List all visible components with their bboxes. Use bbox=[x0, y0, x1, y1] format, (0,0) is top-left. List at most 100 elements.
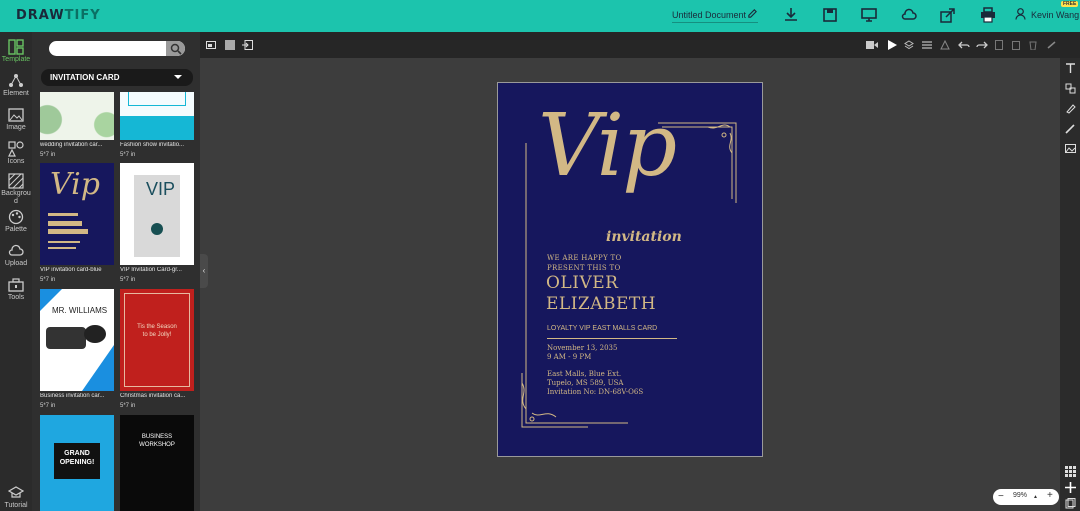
redo-icon[interactable] bbox=[976, 40, 988, 50]
recipient-first-name[interactable]: OLIVER bbox=[546, 273, 618, 293]
delete-icon[interactable] bbox=[1029, 40, 1037, 50]
user-icon[interactable] bbox=[1015, 8, 1026, 20]
template-card[interactable]: MR. WILLIAMS Business invitation car... … bbox=[40, 289, 114, 409]
shapes-icon bbox=[8, 141, 24, 157]
template-icon bbox=[8, 39, 24, 55]
image-tool-icon[interactable] bbox=[1065, 143, 1076, 154]
rail-label: Backgrou d bbox=[1, 190, 31, 205]
copy-icon[interactable] bbox=[995, 40, 1003, 50]
group-icon[interactable] bbox=[940, 40, 950, 50]
save-icon[interactable] bbox=[821, 6, 839, 24]
add-page-icon[interactable] bbox=[1065, 482, 1076, 493]
template-name: Fashion show invitatio... bbox=[120, 142, 185, 148]
rail-label: Tools bbox=[7, 294, 25, 301]
template-size: 5*7 in bbox=[40, 152, 56, 158]
document-title-text[interactable]: Untitled Document bbox=[672, 10, 746, 20]
design-canvas[interactable]: Vip invitation WE ARE HAPPY TO PRESENT T… bbox=[497, 82, 763, 457]
download-icon[interactable] bbox=[782, 6, 800, 24]
graduation-cap-icon bbox=[8, 486, 24, 498]
video-icon[interactable] bbox=[866, 40, 878, 50]
link-icon[interactable] bbox=[1046, 40, 1057, 50]
search-button[interactable] bbox=[166, 41, 185, 56]
loyalty-text[interactable]: LOYALTY VIP EAST MALLS CARD bbox=[547, 325, 657, 332]
background-icon bbox=[8, 173, 24, 189]
event-location-line-2[interactable]: Tupelo, MS 589, USA bbox=[547, 379, 623, 387]
template-thumbnail[interactable] bbox=[120, 92, 194, 140]
rail-item-palette[interactable]: Palette bbox=[0, 206, 32, 240]
template-thumbnail[interactable]: Tis the Season to be Jolly! bbox=[120, 289, 194, 391]
zoom-out-button[interactable]: − bbox=[998, 491, 1004, 502]
vip-heading[interactable]: Vip bbox=[538, 103, 677, 189]
category-dropdown[interactable]: INVITATION CARD bbox=[41, 69, 193, 86]
shape-tool-icon[interactable] bbox=[1065, 83, 1076, 94]
paint-tool-icon[interactable] bbox=[1065, 103, 1076, 114]
template-card[interactable]: VIP VIP Invitation Card-gr... 5*7 in bbox=[120, 163, 194, 283]
rail-item-icons[interactable]: Icons bbox=[0, 138, 32, 172]
brush-tool-icon[interactable] bbox=[1065, 123, 1076, 134]
user-name[interactable]: Kevin Wang bbox=[1031, 10, 1079, 20]
collapse-panel-handle[interactable]: ‹ bbox=[200, 254, 208, 288]
rail-item-tools[interactable]: Tools bbox=[0, 274, 32, 308]
template-thumbnail[interactable]: GRAND OPENING! bbox=[40, 415, 114, 511]
left-rail: Template Element Image Icons Backgrou d … bbox=[0, 32, 32, 511]
invitation-script[interactable]: invitation bbox=[606, 229, 682, 245]
template-thumbnail[interactable]: MR. WILLIAMS bbox=[40, 289, 114, 391]
document-title[interactable]: Untitled Document bbox=[672, 8, 758, 23]
layers-icon[interactable] bbox=[904, 40, 914, 50]
thumb-vip-text: VIP bbox=[146, 179, 176, 199]
present-monitor-icon[interactable] bbox=[860, 6, 878, 24]
rail-item-element[interactable]: Element bbox=[0, 70, 32, 104]
play-icon[interactable] bbox=[887, 40, 897, 50]
intro-line-1[interactable]: WE ARE HAPPY TO bbox=[547, 254, 622, 262]
text-tool-icon[interactable] bbox=[1065, 63, 1076, 74]
rail-label: Tutorial bbox=[4, 502, 28, 509]
template-thumbnail[interactable]: Vip bbox=[40, 163, 114, 265]
template-name: Christmas invitation ca... bbox=[120, 393, 186, 399]
zoom-dropdown-icon[interactable]: ▲ bbox=[1033, 494, 1038, 500]
palette-icon bbox=[8, 209, 24, 225]
template-thumbnail[interactable]: VIP bbox=[120, 163, 194, 265]
cloud-icon[interactable] bbox=[900, 6, 918, 24]
event-date[interactable]: November 13, 2035 bbox=[547, 344, 617, 352]
zoom-in-button[interactable]: + bbox=[1047, 490, 1053, 501]
import-icon[interactable] bbox=[242, 40, 253, 50]
invitation-number[interactable]: Invitation No: DN-68V-O6S bbox=[547, 388, 643, 396]
template-size: 5*7 in bbox=[120, 403, 136, 409]
cloud-upload-icon bbox=[8, 244, 24, 256]
template-card[interactable]: BUSINESS WORKSHOP bbox=[120, 415, 194, 511]
template-card[interactable]: Fashion show invitatio... 5*7 in bbox=[120, 92, 194, 158]
pencil-icon[interactable] bbox=[747, 8, 758, 19]
recipient-last-name[interactable]: ELIZABETH bbox=[546, 294, 656, 314]
zoom-level[interactable]: 99% bbox=[1013, 492, 1027, 499]
grid-icon[interactable] bbox=[1065, 466, 1076, 477]
rail-item-image[interactable]: Image bbox=[0, 104, 32, 138]
template-thumbnail[interactable] bbox=[40, 92, 114, 140]
fill-square-icon[interactable] bbox=[225, 40, 235, 50]
align-icon[interactable] bbox=[922, 40, 932, 50]
thumb-workshop-text: BUSINESS WORKSHOP bbox=[139, 434, 175, 448]
event-time[interactable]: 9 AM - 9 PM bbox=[547, 353, 591, 361]
share-icon[interactable] bbox=[939, 6, 957, 24]
rail-item-template[interactable]: Template bbox=[0, 36, 32, 70]
template-card[interactable]: wedding invitation car... 5*7 in bbox=[40, 92, 114, 158]
fit-window-icon[interactable] bbox=[206, 41, 216, 49]
right-toolbar-top bbox=[1060, 32, 1080, 58]
undo-icon[interactable] bbox=[958, 40, 970, 50]
search-input[interactable] bbox=[49, 41, 185, 56]
template-card[interactable]: GRAND OPENING! bbox=[40, 415, 114, 511]
rail-item-tutorial[interactable]: Tutorial bbox=[0, 482, 32, 511]
rail-item-background[interactable]: Backgrou d bbox=[0, 170, 32, 205]
brand-logo[interactable]: DRAWTIFY bbox=[16, 8, 101, 23]
rail-item-upload[interactable]: Upload bbox=[0, 240, 32, 274]
print-icon[interactable] bbox=[979, 6, 997, 24]
pages-icon[interactable] bbox=[1065, 498, 1076, 509]
thumb-vip-text: Vip bbox=[50, 167, 100, 202]
thumb-xmas-text: Tis the Season to be Jolly! bbox=[137, 324, 177, 338]
template-card[interactable]: Tis the Season to be Jolly! Christmas in… bbox=[120, 289, 194, 409]
event-location-line-1[interactable]: East Malls, Blue Ext. bbox=[547, 370, 621, 378]
template-thumbnail[interactable]: BUSINESS WORKSHOP bbox=[120, 415, 194, 511]
intro-line-2[interactable]: PRESENT THIS TO bbox=[547, 264, 620, 272]
template-card[interactable]: Vip VIP invitation card-blue 5*7 in bbox=[40, 163, 114, 283]
paste-icon[interactable] bbox=[1012, 40, 1020, 50]
canvas-toolbar bbox=[200, 32, 1076, 58]
